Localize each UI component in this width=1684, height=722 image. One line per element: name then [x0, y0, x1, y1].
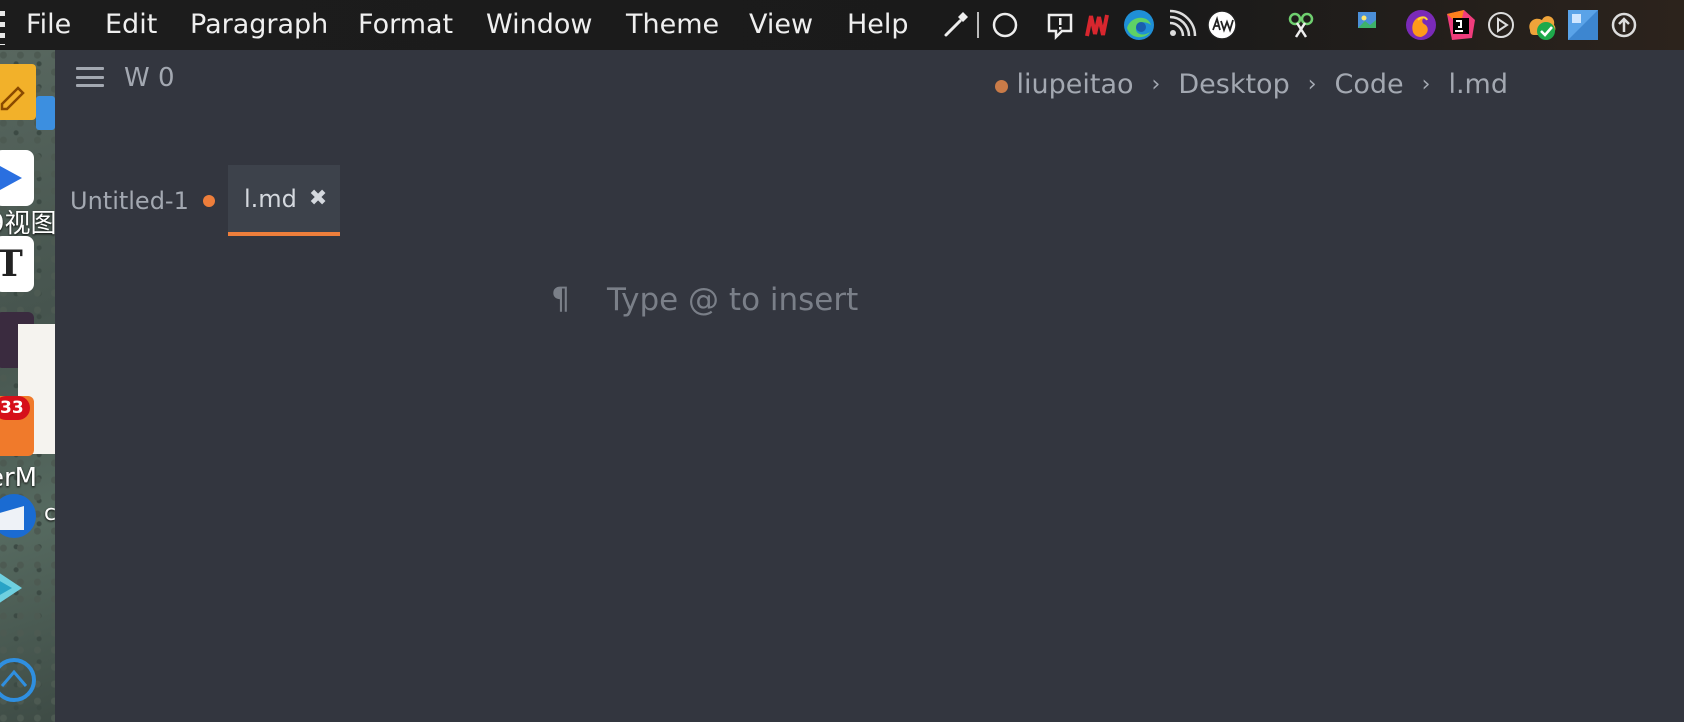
menu-window[interactable]: Window: [486, 8, 592, 42]
menu-theme[interactable]: Theme: [626, 8, 719, 42]
sync-app-icon[interactable]: [0, 650, 42, 706]
scissors-icon[interactable]: [1284, 8, 1318, 42]
circle-icon[interactable]: [988, 8, 1022, 42]
folder-icon[interactable]: [36, 96, 55, 130]
close-icon[interactable]: ✖: [309, 186, 327, 211]
paragraph-icon: ¶: [551, 282, 571, 317]
menu-paragraph[interactable]: Paragraph: [190, 8, 328, 42]
tab-l-md[interactable]: l.md ✖: [228, 165, 340, 236]
unsaved-indicator: [994, 80, 1008, 93]
rss-icon[interactable]: [1164, 8, 1198, 42]
notification-badge: 33: [0, 396, 30, 420]
tab-bar: Untitled-1 l.md ✖: [55, 112, 1684, 236]
cloud-sync-icon[interactable]: [1525, 8, 1559, 42]
chevron-right-icon: ›: [1421, 71, 1431, 97]
system-top-bar: File Edit Paragraph Format Window Theme …: [0, 0, 1684, 50]
desktop-icon-label: c: [44, 501, 55, 526]
pdf-icon[interactable]: [1080, 8, 1114, 42]
desktop-background: 9视图 T 33 erM c: [0, 50, 55, 722]
menu-line: [76, 67, 104, 70]
desktop-app-icon[interactable]: [1566, 8, 1600, 42]
breadcrumb-item[interactable]: Code: [1335, 69, 1404, 100]
jetbrains-icon[interactable]: [1444, 8, 1478, 42]
chevron-right-icon: ›: [1151, 71, 1161, 97]
upload-icon[interactable]: [1607, 8, 1641, 42]
sidebar-toggle-button[interactable]: [75, 62, 105, 92]
menu-line: [76, 75, 104, 79]
breadcrumb: liupeitao › Desktop › Code › l.md: [994, 64, 1508, 104]
image-viewer-icon[interactable]: [1356, 10, 1378, 32]
menu-help[interactable]: Help: [847, 8, 909, 42]
eyedropper-icon[interactable]: [938, 8, 972, 42]
notes-app-icon[interactable]: [0, 64, 36, 120]
tab-untitled-1[interactable]: Untitled-1: [70, 165, 215, 236]
word-count[interactable]: W 0: [124, 62, 175, 94]
vscode-like-icon[interactable]: [0, 560, 34, 616]
editor-area[interactable]: ¶ Type @ to insert: [55, 236, 1684, 722]
tray-divider: [977, 12, 979, 38]
svg-text:T: T: [0, 243, 23, 285]
play-icon[interactable]: [1484, 8, 1518, 42]
menu-view[interactable]: View: [749, 8, 813, 42]
edge-browser-icon[interactable]: [1122, 8, 1156, 42]
breadcrumb-item[interactable]: l.md: [1448, 69, 1508, 100]
breadcrumb-item[interactable]: Desktop: [1178, 69, 1289, 100]
handwriting-icon[interactable]: [1205, 8, 1239, 42]
unsaved-dot-icon: [202, 194, 215, 207]
menu-line: [76, 84, 104, 87]
desktop-icon-label: 9视图: [0, 209, 55, 239]
menu-edit[interactable]: Edit: [105, 8, 157, 42]
menu-file[interactable]: File: [26, 8, 71, 42]
editor-placeholder[interactable]: Type @ to insert: [607, 282, 858, 318]
tab-label: l.md: [244, 184, 297, 213]
menu-format[interactable]: Format: [358, 8, 453, 42]
breadcrumb-item[interactable]: liupeitao: [1017, 69, 1134, 100]
thunderbird-icon[interactable]: [0, 482, 40, 548]
video-app-icon[interactable]: [0, 150, 34, 206]
editor-window: W 0 liupeitao › Desktop › Code › l.md Un…: [55, 50, 1684, 722]
drag-handle[interactable]: [0, 11, 5, 45]
typora-app-icon[interactable]: T: [0, 236, 34, 292]
firefox-icon[interactable]: [1404, 8, 1438, 42]
tab-label: Untitled-1: [70, 186, 189, 215]
chevron-right-icon: ›: [1307, 71, 1317, 97]
feedback-icon[interactable]: [1043, 8, 1077, 42]
